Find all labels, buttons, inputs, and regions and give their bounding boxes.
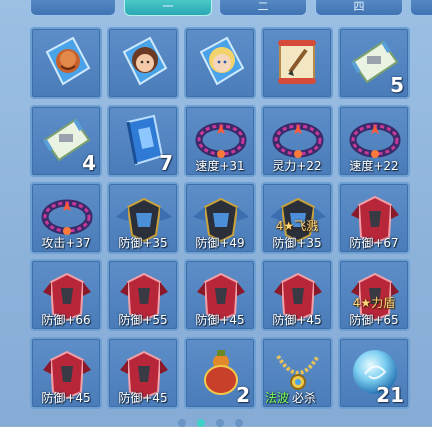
inventory-slot[interactable]: 2 (184, 337, 256, 409)
item-skills: 法波 必杀 (265, 392, 329, 405)
item-stat: 防御+35 (272, 236, 322, 250)
item-stat: 防御+45 (118, 391, 168, 405)
item-stat: 防御+45 (195, 313, 245, 327)
inventory-slot[interactable]: 4★力盾防御+65 (338, 259, 410, 331)
inventory-slot[interactable]: 法波 必杀 (261, 337, 333, 409)
item-stat: 防御+65 (349, 313, 399, 327)
inventory-slot[interactable]: 防御+55 (107, 259, 179, 331)
item-stat: 防御+45 (41, 391, 91, 405)
inventory-slot[interactable] (184, 27, 256, 99)
inventory-slot[interactable]: 4 (30, 105, 102, 177)
item-stat: 速度+22 (349, 159, 399, 173)
special-tag: 4★飞溅 (275, 219, 319, 233)
item-stat: 防御+35 (118, 236, 168, 250)
skill-label: 法波 (265, 391, 290, 405)
item-stat: 防御+55 (118, 313, 168, 327)
inventory-slot[interactable]: 4★飞溅防御+35 (261, 182, 333, 254)
inventory-slot[interactable]: 防御+45 (107, 337, 179, 409)
item-count: 5 (390, 73, 404, 97)
item-stat: 防御+67 (349, 236, 399, 250)
inventory-slot[interactable]: 速度+22 (338, 105, 410, 177)
special-tag: 4★力盾 (352, 296, 396, 310)
inventory-slot[interactable]: 防御+45 (30, 337, 102, 409)
inventory-slot[interactable]: 防御+45 (261, 259, 333, 331)
inventory-slot[interactable]: 5 (338, 27, 410, 99)
item-count: 4 (82, 151, 96, 175)
item-count: 7 (159, 151, 173, 175)
inventory-slot[interactable]: 21 (338, 337, 410, 409)
item-stat: 防御+66 (41, 313, 91, 327)
inventory-slot[interactable] (261, 27, 333, 99)
inventory-slot[interactable]: 防御+66 (30, 259, 102, 331)
skill-label: 必杀 (292, 391, 317, 405)
inventory-slot[interactable]: 防御+67 (338, 182, 410, 254)
item-stat: 攻击+37 (41, 236, 91, 250)
inventory-slot[interactable]: 攻击+37 (30, 182, 102, 254)
item-stat: 防御+45 (272, 313, 322, 327)
item-grid: 5 4 7 速度+31 灵力+22 速度+22 攻击+37 防御+35 防御+49 4★飞溅防御+… (0, 0, 432, 426)
item-stat: 速度+31 (195, 159, 245, 173)
inventory-slot[interactable]: 防御+45 (184, 259, 256, 331)
inventory-slot[interactable] (30, 27, 102, 99)
item-count: 21 (376, 383, 404, 407)
inventory-slot[interactable]: 防御+35 (107, 182, 179, 254)
inventory-slot[interactable]: 防御+49 (184, 182, 256, 254)
inventory-slot[interactable]: 速度+31 (184, 105, 256, 177)
inventory-slot[interactable] (107, 27, 179, 99)
item-stat: 防御+49 (195, 236, 245, 250)
inventory-slot[interactable]: 灵力+22 (261, 105, 333, 177)
item-count: 2 (236, 383, 250, 407)
item-stat: 灵力+22 (272, 159, 322, 173)
inventory-slot[interactable]: 7 (107, 105, 179, 177)
